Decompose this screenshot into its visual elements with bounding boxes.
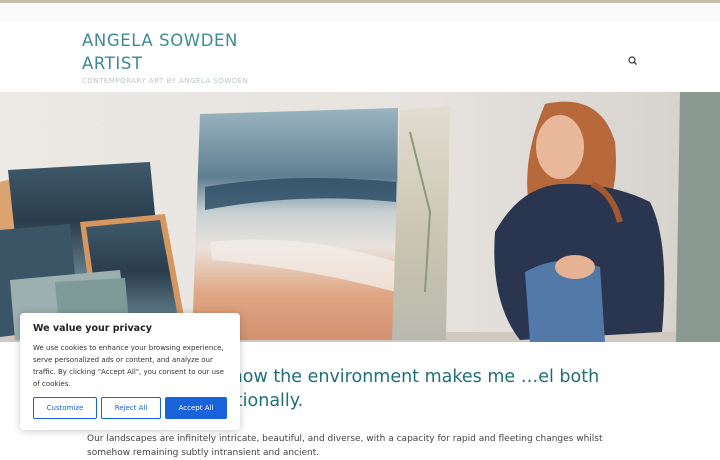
- accept-all-button[interactable]: Accept All: [165, 397, 227, 419]
- hero-photo: [0, 92, 720, 342]
- customize-button[interactable]: Customize: [33, 397, 97, 419]
- site-tagline: CONTEMPORARY ART BY ANGELA SOWDEN: [82, 77, 249, 85]
- cookie-banner-title: We value your privacy: [33, 323, 152, 334]
- search-icon: [628, 56, 638, 66]
- site-header: ANGELA SOWDEN ARTIST CONTEMPORARY ART BY…: [0, 22, 720, 92]
- cookie-banner-text: We use cookies to enhance your browsing …: [33, 344, 224, 388]
- site-title[interactable]: ANGELA SOWDEN ARTIST: [82, 29, 282, 75]
- top-strip: [0, 3, 720, 23]
- cookie-consent-banner: We value your privacy We use cookies to …: [20, 313, 240, 430]
- reject-all-button[interactable]: Reject All: [101, 397, 161, 419]
- search-button[interactable]: [627, 52, 639, 66]
- intro-paragraph: Our landscapes are infinitely intricate,…: [87, 434, 603, 458]
- hero-image: [0, 92, 720, 342]
